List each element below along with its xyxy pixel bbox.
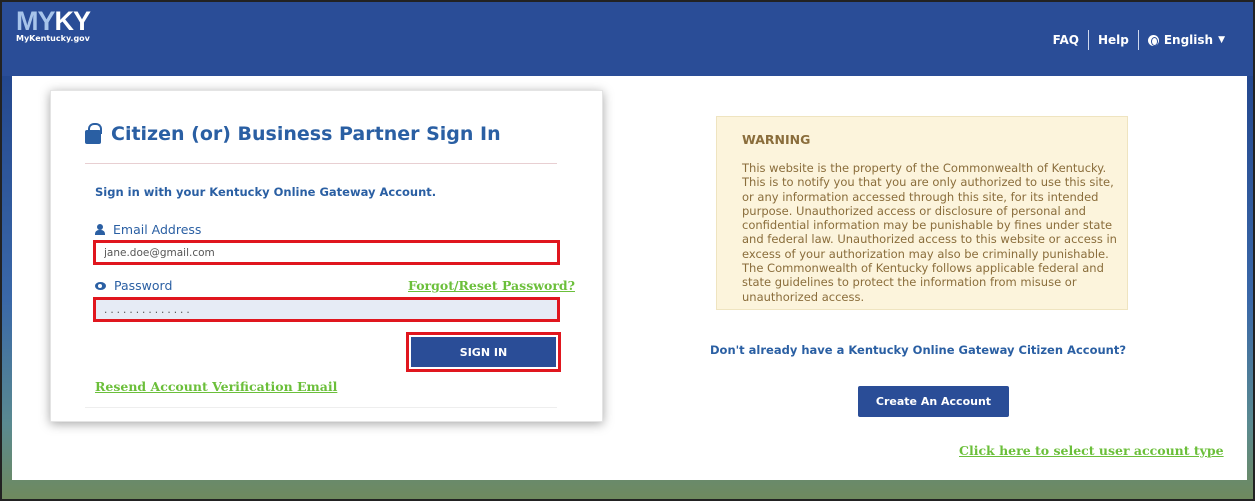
top-nav: FAQ Help English ▼ [1053, 30, 1225, 50]
password-label: Password [95, 278, 172, 293]
forgot-password-link[interactable]: Forgot/Reset Password? [408, 278, 575, 293]
lock-icon [85, 123, 102, 144]
language-label: English [1163, 33, 1214, 47]
email-label: Email Address [95, 222, 201, 237]
faq-link[interactable]: FAQ [1053, 33, 1079, 47]
signin-button[interactable]: SIGN IN [411, 337, 556, 367]
email-label-text: Email Address [113, 222, 202, 237]
browser-frame: MYKY MyKentucky.gov FAQ Help English ▼ C… [0, 0, 1255, 501]
signin-title-text: Citizen (or) Business Partner Sign In [111, 123, 501, 145]
globe-icon [1147, 34, 1159, 46]
logo-ky-text: KY [54, 6, 92, 36]
warning-box: WARNING This website is the property of … [716, 116, 1128, 310]
no-account-prompt: Don't already have a Kentucky Online Gat… [710, 343, 1127, 357]
main-content: Citizen (or) Business Partner Sign In Si… [12, 76, 1247, 480]
create-account-button[interactable]: Create An Account [858, 386, 1009, 417]
nav-divider [1137, 30, 1139, 50]
language-selector[interactable]: English ▼ [1147, 33, 1225, 47]
chevron-down-icon: ▼ [1218, 35, 1225, 45]
top-header: MYKY MyKentucky.gov FAQ Help English ▼ [2, 2, 1253, 76]
logo-subtitle: MyKentucky.gov [16, 34, 90, 43]
signin-card: Citizen (or) Business Partner Sign In Si… [50, 90, 603, 422]
signin-title: Citizen (or) Business Partner Sign In [85, 123, 501, 145]
signin-subtitle: Sign in with your Kentucky Online Gatewa… [95, 185, 437, 199]
card-divider [85, 407, 557, 408]
user-icon [95, 224, 105, 235]
warning-text: This website is the property of the Comm… [742, 161, 1117, 304]
eye-icon [95, 281, 106, 290]
email-field[interactable] [93, 240, 560, 265]
warning-title: WARNING [742, 132, 811, 147]
password-label-text: Password [114, 278, 173, 293]
title-divider [85, 163, 557, 164]
select-account-type-link[interactable]: Click here to select user account type [959, 443, 1224, 458]
resend-verification-link[interactable]: Resend Account Verification Email [95, 379, 337, 394]
password-field[interactable] [93, 297, 560, 322]
logo-my-text: MY [16, 6, 55, 36]
signin-button-highlight: SIGN IN [406, 332, 561, 372]
help-link[interactable]: Help [1098, 33, 1129, 47]
mykentucky-logo[interactable]: MYKY MyKentucky.gov [16, 6, 92, 44]
nav-divider [1087, 30, 1089, 50]
